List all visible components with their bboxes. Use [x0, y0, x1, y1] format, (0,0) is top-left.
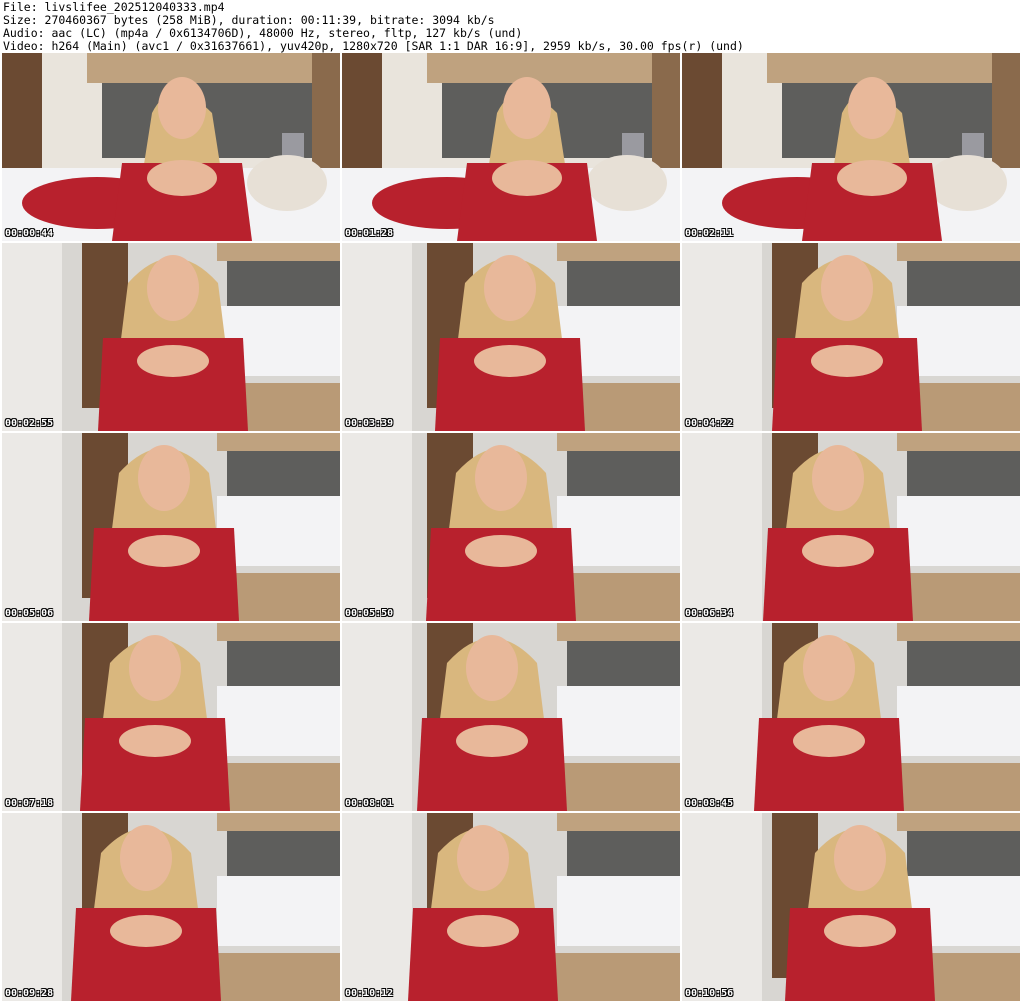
video-frame-image	[342, 53, 680, 241]
video-frame-image	[342, 623, 680, 811]
timestamp-label: 00:07:18	[5, 798, 54, 809]
video-frame-image	[2, 53, 340, 241]
thumbnail-frame: 00:04:22	[682, 243, 1020, 431]
thumbnail-frame: 00:10:56	[682, 813, 1020, 1001]
timestamp-label: 00:01:28	[345, 228, 394, 239]
file-size-line: Size: 270460367 bytes (258 MiB), duratio…	[3, 14, 495, 27]
thumbnail-frame: 00:06:34	[682, 433, 1020, 621]
timestamp-label: 00:02:11	[685, 228, 734, 239]
thumbnail-frame: 00:09:28	[2, 813, 340, 1001]
thumbnail-frame: 00:02:55	[2, 243, 340, 431]
timestamp-label: 00:08:45	[685, 798, 734, 809]
timestamp-label: 00:06:34	[685, 608, 734, 619]
file-name-line: File: livslifee_202512040333.mp4	[3, 1, 225, 14]
video-frame-image	[342, 433, 680, 621]
thumbnail-grid: 00:00:44 00:01:28 00:02:11 00:02:55 00:0…	[2, 53, 1022, 1003]
video-frame-image	[342, 243, 680, 431]
thumbnail-frame: 00:08:45	[682, 623, 1020, 811]
audio-info-line: Audio: aac (LC) (mp4a / 0x6134706D), 480…	[3, 27, 523, 40]
timestamp-label: 00:04:22	[685, 418, 734, 429]
thumbnail-frame: 00:10:12	[342, 813, 680, 1001]
thumbnail-frame: 00:01:28	[342, 53, 680, 241]
timestamp-label: 00:10:56	[685, 988, 734, 999]
timestamp-label: 00:09:28	[5, 988, 54, 999]
thumbnail-frame: 00:05:50	[342, 433, 680, 621]
thumbnail-frame: 00:05:06	[2, 433, 340, 621]
video-info-line: Video: h264 (Main) (avc1 / 0x31637661), …	[3, 40, 744, 53]
video-frame-image	[682, 433, 1020, 621]
thumbnail-frame: 00:00:44	[2, 53, 340, 241]
thumbnail-frame: 00:08:01	[342, 623, 680, 811]
timestamp-label: 00:08:01	[345, 798, 394, 809]
video-frame-image	[2, 243, 340, 431]
video-frame-image	[682, 243, 1020, 431]
video-frame-image	[2, 623, 340, 811]
video-frame-image	[2, 433, 340, 621]
thumbnail-frame: 00:03:39	[342, 243, 680, 431]
video-frame-image	[682, 623, 1020, 811]
video-frame-image	[2, 813, 340, 1001]
video-info-header: File: livslifee_202512040333.mp4 Size: 2…	[3, 1, 1021, 53]
timestamp-label: 00:10:12	[345, 988, 394, 999]
thumbnail-frame: 00:02:11	[682, 53, 1020, 241]
thumbnail-frame: 00:07:18	[2, 623, 340, 811]
video-frame-image	[342, 813, 680, 1001]
timestamp-label: 00:03:39	[345, 418, 394, 429]
timestamp-label: 00:05:06	[5, 608, 54, 619]
timestamp-label: 00:05:50	[345, 608, 394, 619]
video-frame-image	[682, 813, 1020, 1001]
timestamp-label: 00:00:44	[5, 228, 54, 239]
video-frame-image	[682, 53, 1020, 241]
timestamp-label: 00:02:55	[5, 418, 54, 429]
